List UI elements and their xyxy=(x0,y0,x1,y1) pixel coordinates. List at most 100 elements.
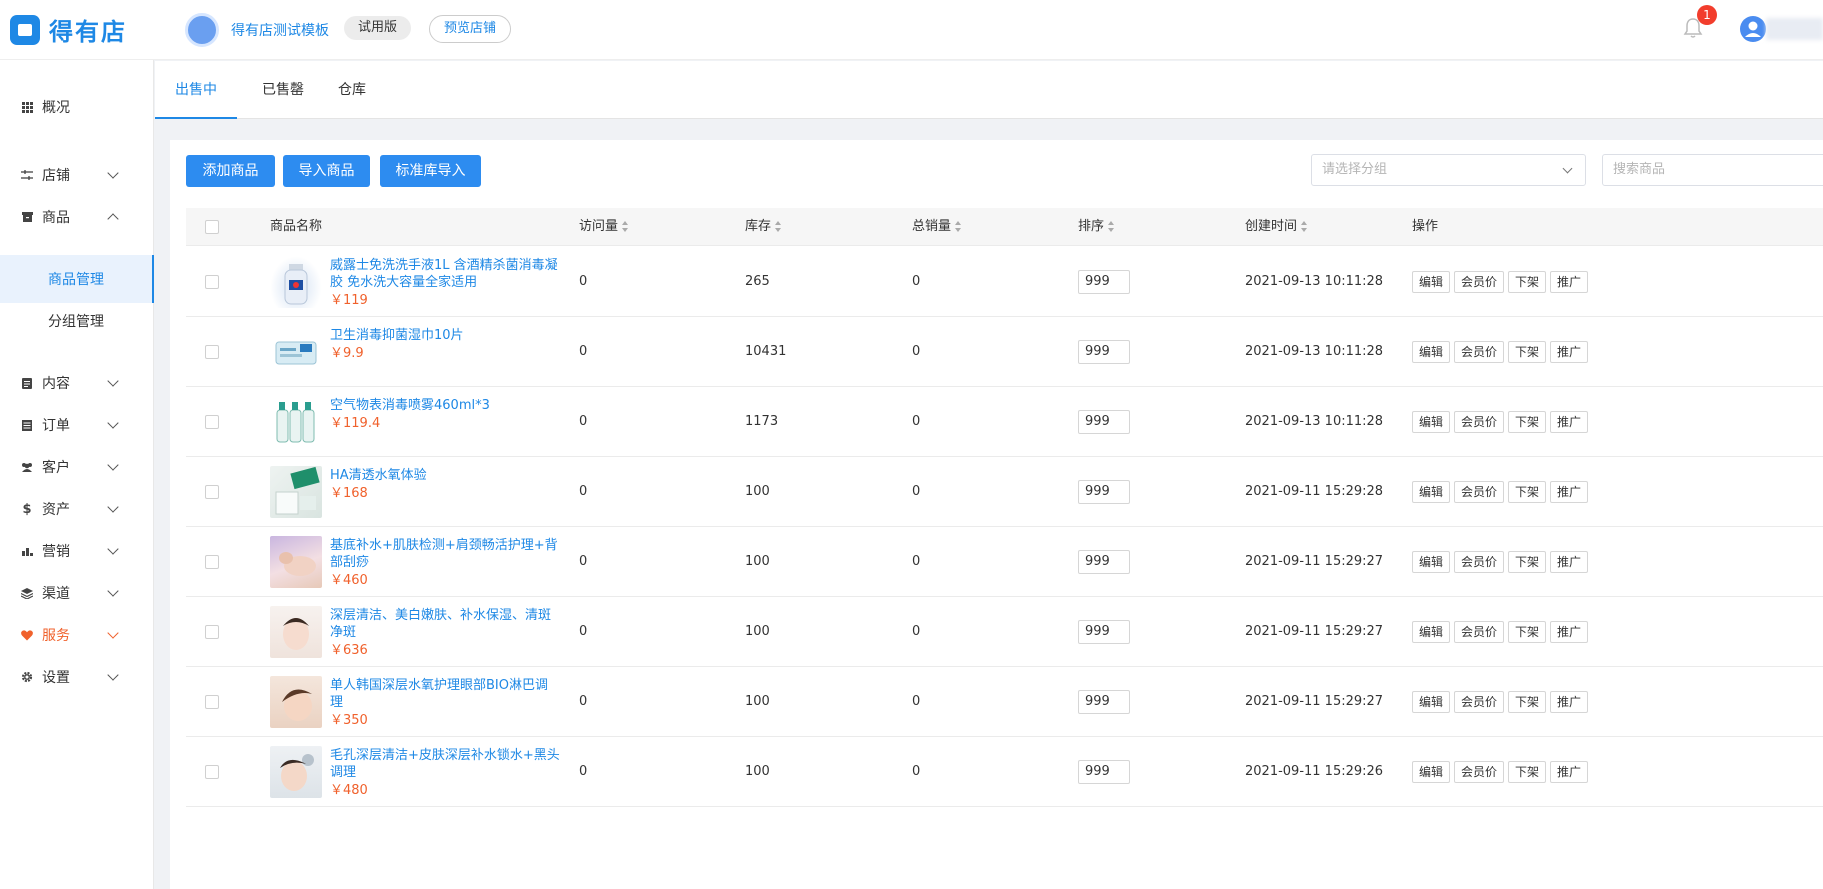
product-thumbnail[interactable] xyxy=(270,256,322,308)
group-select[interactable]: 请选择分组 xyxy=(1311,154,1586,186)
standard-library-import-button[interactable]: 标准库导入 xyxy=(380,155,481,187)
member-price-button[interactable]: 会员价 xyxy=(1454,271,1504,293)
row-checkbox[interactable] xyxy=(205,275,219,289)
product-name-link[interactable]: 卫生消毒抑菌湿巾10片 xyxy=(330,328,464,343)
sort-order-input[interactable]: 999 xyxy=(1078,270,1130,294)
product-thumbnail[interactable] xyxy=(270,536,322,588)
sort-order-input[interactable]: 999 xyxy=(1078,480,1130,504)
unlist-button[interactable]: 下架 xyxy=(1508,761,1546,783)
search-input[interactable]: 搜索商品 xyxy=(1602,154,1823,186)
promote-button[interactable]: 推广 xyxy=(1550,621,1588,643)
sidebar-item-marketing[interactable]: 营销 xyxy=(0,527,154,575)
sort-order-input[interactable]: 999 xyxy=(1078,690,1130,714)
unlist-button[interactable]: 下架 xyxy=(1508,271,1546,293)
sidebar-item-settings[interactable]: 设置 xyxy=(0,653,154,701)
sidebar-item-customers[interactable]: 客户 xyxy=(0,443,154,491)
brand-logo[interactable]: 得有店 xyxy=(10,12,127,47)
tab-warehouse[interactable]: 仓库 xyxy=(334,61,370,119)
sidebar-subitem-group-management[interactable]: 分组管理 xyxy=(0,297,154,345)
sales-cell: 0 xyxy=(912,414,921,429)
select-all-checkbox[interactable] xyxy=(205,220,219,234)
edit-button[interactable]: 编辑 xyxy=(1412,691,1450,713)
unlist-button[interactable]: 下架 xyxy=(1508,691,1546,713)
tab-on-sale[interactable]: 出售中 xyxy=(155,61,237,119)
column-header-created[interactable]: 创建时间 xyxy=(1245,208,1308,246)
edit-button[interactable]: 编辑 xyxy=(1412,761,1450,783)
tab-sold-out[interactable]: 已售罄 xyxy=(255,61,311,119)
sort-order-input[interactable]: 999 xyxy=(1078,340,1130,364)
user-avatar[interactable] xyxy=(1740,16,1766,42)
edit-button[interactable]: 编辑 xyxy=(1412,411,1450,433)
row-checkbox[interactable] xyxy=(205,485,219,499)
column-header-visits[interactable]: 访问量 xyxy=(579,208,629,246)
column-header-sort[interactable]: 排序 xyxy=(1078,208,1115,246)
group-select-placeholder: 请选择分组 xyxy=(1322,162,1388,177)
unlist-button[interactable]: 下架 xyxy=(1508,411,1546,433)
sort-order-input[interactable]: 999 xyxy=(1078,410,1130,434)
product-thumbnail[interactable] xyxy=(270,746,322,798)
product-name-link[interactable]: 深层清洁、美白嫩肤、补水保湿、清斑净斑 xyxy=(330,608,551,640)
sidebar-subitem-product-management[interactable]: 商品管理 xyxy=(0,255,154,303)
member-price-button[interactable]: 会员价 xyxy=(1454,621,1504,643)
unlist-button[interactable]: 下架 xyxy=(1508,551,1546,573)
sort-order-input[interactable]: 999 xyxy=(1078,550,1130,574)
product-thumbnail[interactable] xyxy=(270,326,322,378)
sort-order-input[interactable]: 999 xyxy=(1078,620,1130,644)
sidebar-item-products[interactable]: 商品 xyxy=(0,193,154,241)
column-header-sales[interactable]: 总销量 xyxy=(912,208,962,246)
store-avatar[interactable] xyxy=(185,13,219,47)
unlist-button[interactable]: 下架 xyxy=(1508,481,1546,503)
promote-button[interactable]: 推广 xyxy=(1550,761,1588,783)
product-name-link[interactable]: 单人韩国深层水氧护理眼部BIO淋巴调理 xyxy=(330,678,548,710)
edit-button[interactable]: 编辑 xyxy=(1412,271,1450,293)
edit-button[interactable]: 编辑 xyxy=(1412,551,1450,573)
layers-icon xyxy=(20,586,34,600)
product-name-link[interactable]: 基底补水+肌肤检测+肩颈畅活护理+背部刮痧 xyxy=(330,538,558,570)
edit-button[interactable]: 编辑 xyxy=(1412,481,1450,503)
column-header-stock[interactable]: 库存 xyxy=(745,208,782,246)
promote-button[interactable]: 推广 xyxy=(1550,341,1588,363)
sidebar-item-channels[interactable]: 渠道 xyxy=(0,569,154,617)
sidebar-item-service[interactable]: 服务 xyxy=(0,611,154,659)
add-product-button[interactable]: 添加商品 xyxy=(186,155,275,187)
product-name-link[interactable]: 毛孔深层清洁+皮肤深层补水锁水+黑头调理 xyxy=(330,748,560,780)
row-checkbox[interactable] xyxy=(205,695,219,709)
chevron-up-icon xyxy=(107,213,119,225)
promote-button[interactable]: 推广 xyxy=(1550,551,1588,573)
member-price-button[interactable]: 会员价 xyxy=(1454,481,1504,503)
sort-order-input[interactable]: 999 xyxy=(1078,760,1130,784)
preview-store-button[interactable]: 预览店铺 xyxy=(429,15,512,43)
product-thumbnail[interactable] xyxy=(270,676,322,728)
sidebar-item-store[interactable]: 店铺 xyxy=(0,151,154,199)
promote-button[interactable]: 推广 xyxy=(1550,481,1588,503)
product-thumbnail[interactable] xyxy=(270,466,322,518)
member-price-button[interactable]: 会员价 xyxy=(1454,411,1504,433)
sidebar-item-orders[interactable]: 订单 xyxy=(0,401,154,449)
unlist-button[interactable]: 下架 xyxy=(1508,341,1546,363)
row-checkbox[interactable] xyxy=(205,345,219,359)
row-checkbox[interactable] xyxy=(205,765,219,779)
edit-button[interactable]: 编辑 xyxy=(1412,341,1450,363)
member-price-button[interactable]: 会员价 xyxy=(1454,551,1504,573)
promote-button[interactable]: 推广 xyxy=(1550,271,1588,293)
product-name-link[interactable]: HA清透水氧体验 xyxy=(330,468,427,483)
row-checkbox[interactable] xyxy=(205,415,219,429)
product-name-link[interactable]: 空气物表消毒喷雾460ml*3 xyxy=(330,398,490,413)
unlist-button[interactable]: 下架 xyxy=(1508,621,1546,643)
member-price-button[interactable]: 会员价 xyxy=(1454,691,1504,713)
sidebar-item-overview[interactable]: 概况 xyxy=(0,83,154,131)
sidebar-item-assets[interactable]: $ 资产 xyxy=(0,485,154,533)
member-price-button[interactable]: 会员价 xyxy=(1454,341,1504,363)
sidebar-item-content[interactable]: 内容 xyxy=(0,359,154,407)
promote-button[interactable]: 推广 xyxy=(1550,691,1588,713)
edit-button[interactable]: 编辑 xyxy=(1412,621,1450,643)
product-name-link[interactable]: 威露士免洗洗手液1L 含酒精杀菌消毒凝胶 免水洗大容量全家适用 xyxy=(330,258,558,290)
import-product-button[interactable]: 导入商品 xyxy=(283,155,370,187)
product-thumbnail[interactable] xyxy=(270,606,322,658)
product-thumbnail[interactable] xyxy=(270,396,322,448)
promote-button[interactable]: 推广 xyxy=(1550,411,1588,433)
row-checkbox[interactable] xyxy=(205,625,219,639)
row-checkbox[interactable] xyxy=(205,555,219,569)
member-price-button[interactable]: 会员价 xyxy=(1454,761,1504,783)
store-name[interactable]: 得有店测试模板 xyxy=(231,20,329,40)
